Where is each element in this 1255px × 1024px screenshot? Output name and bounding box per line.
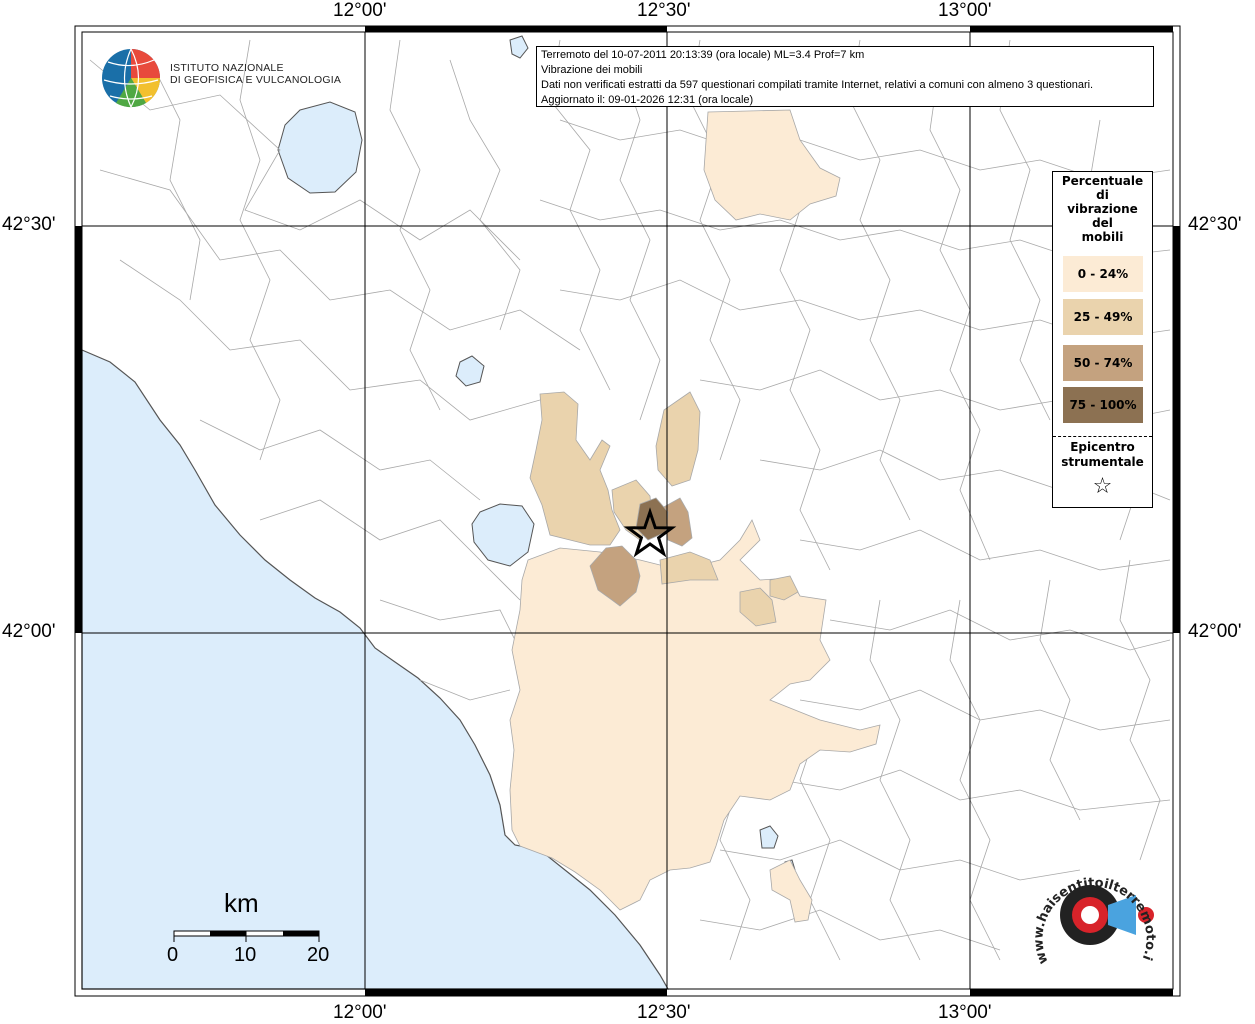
lake-bolsena	[277, 101, 363, 194]
legend-class-0: 0 - 24%	[1063, 256, 1143, 292]
update-timestamp: Aggiornato il: 09-01-2026 12:31 (ora loc…	[541, 94, 754, 106]
legend-epicenter-line: strumentale	[1061, 455, 1144, 469]
lake-small-1	[509, 35, 529, 59]
legend-title: Percentuale di vibrazione del mobili	[1053, 172, 1152, 244]
watermark-text: www.haisentitoilterremoto.it	[1030, 852, 1158, 966]
legend-class-1: 25 - 49%	[1063, 299, 1143, 335]
scale-tick-10: 10	[234, 944, 257, 966]
municipality-classes	[509, 109, 881, 923]
legend-star-icon: ☆	[1092, 474, 1113, 499]
legend-class-3: 75 - 100%	[1063, 387, 1143, 423]
lat-label-left-2: 42°00'	[2, 621, 56, 642]
event-title: Terremoto del 10-07-2011 20:13:39 (ora l…	[541, 49, 865, 61]
ingv-logo-text: ISTITUTO NAZIONALE DI GEOFISICA E VULCAN…	[170, 62, 341, 86]
scale-tick-0: 0	[167, 944, 179, 966]
lon-label-bottom-1: 12°00'	[333, 1002, 387, 1023]
lon-label-bottom-2: 12°30'	[637, 1002, 691, 1023]
ingv-globe-icon	[102, 48, 161, 108]
event-info-box: Terremoto del 10-07-2011 20:13:39 (ora l…	[536, 46, 1154, 107]
lon-label-top-2: 12°30'	[637, 0, 691, 21]
area-class-25-49-west	[529, 391, 621, 546]
scale-tick-20: 20	[307, 944, 330, 966]
data-disclaimer: Dati non verificati estratti da 597 ques…	[541, 79, 1094, 91]
legend: Percentuale di vibrazione del mobili 0 -…	[1052, 171, 1153, 508]
scale-unit: km	[224, 888, 259, 918]
area-class-25-49-east	[655, 391, 701, 487]
lat-label-left-1: 42°30'	[2, 214, 56, 235]
legend-class-2: 50 - 74%	[1063, 345, 1143, 381]
lon-label-bottom-3: 13°00'	[938, 1002, 992, 1023]
legend-title-line: di	[1096, 188, 1109, 202]
watermark: www.haisentitoilterremoto.it	[1030, 852, 1158, 966]
legend-epicenter-label: Epicentro strumentale ☆	[1053, 440, 1152, 502]
legend-epicenter-line: Epicentro	[1070, 440, 1135, 454]
map-area	[81, 32, 1173, 990]
ingv-logo-line1: ISTITUTO NAZIONALE	[170, 62, 284, 74]
svg-text:www.haisentitoilterremoto.it: www.haisentitoilterremoto.it	[1030, 852, 1158, 966]
area-class-0-24-south	[769, 859, 813, 923]
lake-vico	[455, 355, 485, 387]
legend-divider	[1053, 436, 1152, 437]
lon-label-top-1: 12°00'	[333, 0, 387, 21]
lat-label-right-2: 42°00'	[1188, 621, 1242, 642]
ingv-logo-line2: DI GEOFISICA E VULCANOLOGIA	[170, 74, 342, 86]
lake-bracciano	[471, 503, 535, 567]
map-parameter: Vibrazione dei mobili	[541, 64, 643, 76]
legend-title-line: del	[1092, 216, 1113, 230]
legend-title-line: Percentuale	[1061, 174, 1144, 188]
lat-label-right-1: 42°30'	[1188, 214, 1242, 235]
lon-label-top-3: 13°00'	[938, 0, 992, 21]
area-class-25-49-mid	[659, 551, 719, 585]
area-class-0-24-north	[703, 109, 841, 221]
legend-title-line: mobili	[1081, 230, 1124, 244]
lake-albano	[759, 825, 779, 849]
legend-title-line: vibrazione	[1067, 202, 1138, 216]
